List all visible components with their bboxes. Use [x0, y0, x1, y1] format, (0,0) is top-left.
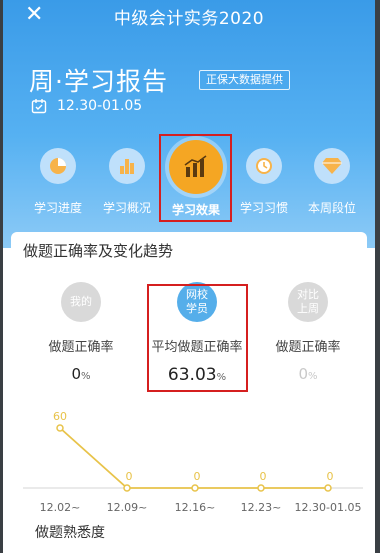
- calendar-icon: [31, 99, 47, 114]
- stat-bubble: 对比 上周: [288, 282, 328, 322]
- stat-unit: %: [308, 371, 318, 382]
- tab-study-progress[interactable]: 学习进度: [23, 140, 93, 216]
- app-frame: ✕ 中级会计实务2020 周·学习报告 正保大数据提供 12.30-01.05 …: [3, 0, 375, 553]
- tab-study-habits[interactable]: 学习习惯: [229, 140, 299, 216]
- data-label: 60: [53, 410, 67, 423]
- x-tick-label: 12.09~: [107, 501, 148, 514]
- bubble-text: 对比: [297, 288, 319, 301]
- data-label: 0: [327, 470, 334, 483]
- bubble-text: 上周: [297, 302, 319, 315]
- pie-chart-icon: [40, 148, 76, 184]
- data-point: [257, 484, 265, 492]
- tab-label: 学习概况: [102, 201, 151, 215]
- x-tick-label: 12.16~: [175, 501, 216, 514]
- stat-number: 0: [298, 365, 309, 383]
- stat-bubble: 我的: [61, 282, 101, 322]
- date-range-text: 12.30-01.05: [57, 98, 143, 114]
- data-point: [56, 424, 64, 432]
- x-tick-label: 12.30-01.05: [295, 501, 362, 514]
- stat-value: 0%: [253, 365, 363, 383]
- stat-my-accuracy: 我的 做题正确率 0%: [26, 282, 136, 383]
- clock-icon: [246, 148, 282, 184]
- data-source-badge: 正保大数据提供: [199, 70, 290, 90]
- data-point: [191, 484, 199, 492]
- stat-value: 0%: [26, 365, 136, 383]
- section-title-familiarity: 做题熟悉度: [35, 525, 105, 541]
- diamond-icon: [314, 148, 350, 184]
- date-range: 12.30-01.05: [31, 98, 142, 114]
- tab-label: 学习进度: [33, 201, 82, 215]
- data-label: 0: [260, 470, 267, 483]
- x-tick-label: 12.02~: [40, 501, 81, 514]
- data-label: 0: [194, 470, 201, 483]
- data-point: [123, 484, 131, 492]
- stat-number: 0: [71, 365, 82, 383]
- stat-name: 做题正确率: [48, 340, 114, 355]
- tab-study-overview[interactable]: 学习概况: [92, 140, 162, 216]
- x-tick-label: 12.23~: [241, 501, 282, 514]
- accuracy-trend-chart: 60 12.02~ 0 12.09~ 0 12.16~ 0 12.23~ 0 12.30-01.0…: [23, 410, 363, 514]
- bar-chart-icon: [109, 148, 145, 184]
- section-title: 做题正确率及变化趋势: [23, 242, 174, 260]
- highlight-box-stat: [147, 284, 248, 392]
- report-title: 周·学习报告: [29, 67, 168, 96]
- stat-last-week-accuracy: 对比 上周 做题正确率 0%: [253, 282, 363, 383]
- highlight-box-tab: [159, 134, 232, 222]
- tab-label: 本周段位: [307, 201, 356, 215]
- app-title: 中级会计实务2020: [113, 9, 265, 29]
- stat-unit: %: [81, 371, 91, 382]
- tab-weekly-rank[interactable]: 本周段位: [297, 140, 367, 216]
- bubble-text: 我的: [70, 295, 92, 308]
- data-label: 0: [126, 470, 133, 483]
- data-point: [324, 484, 332, 492]
- stat-name: 做题正确率: [275, 340, 341, 355]
- tab-label: 学习习惯: [239, 201, 288, 215]
